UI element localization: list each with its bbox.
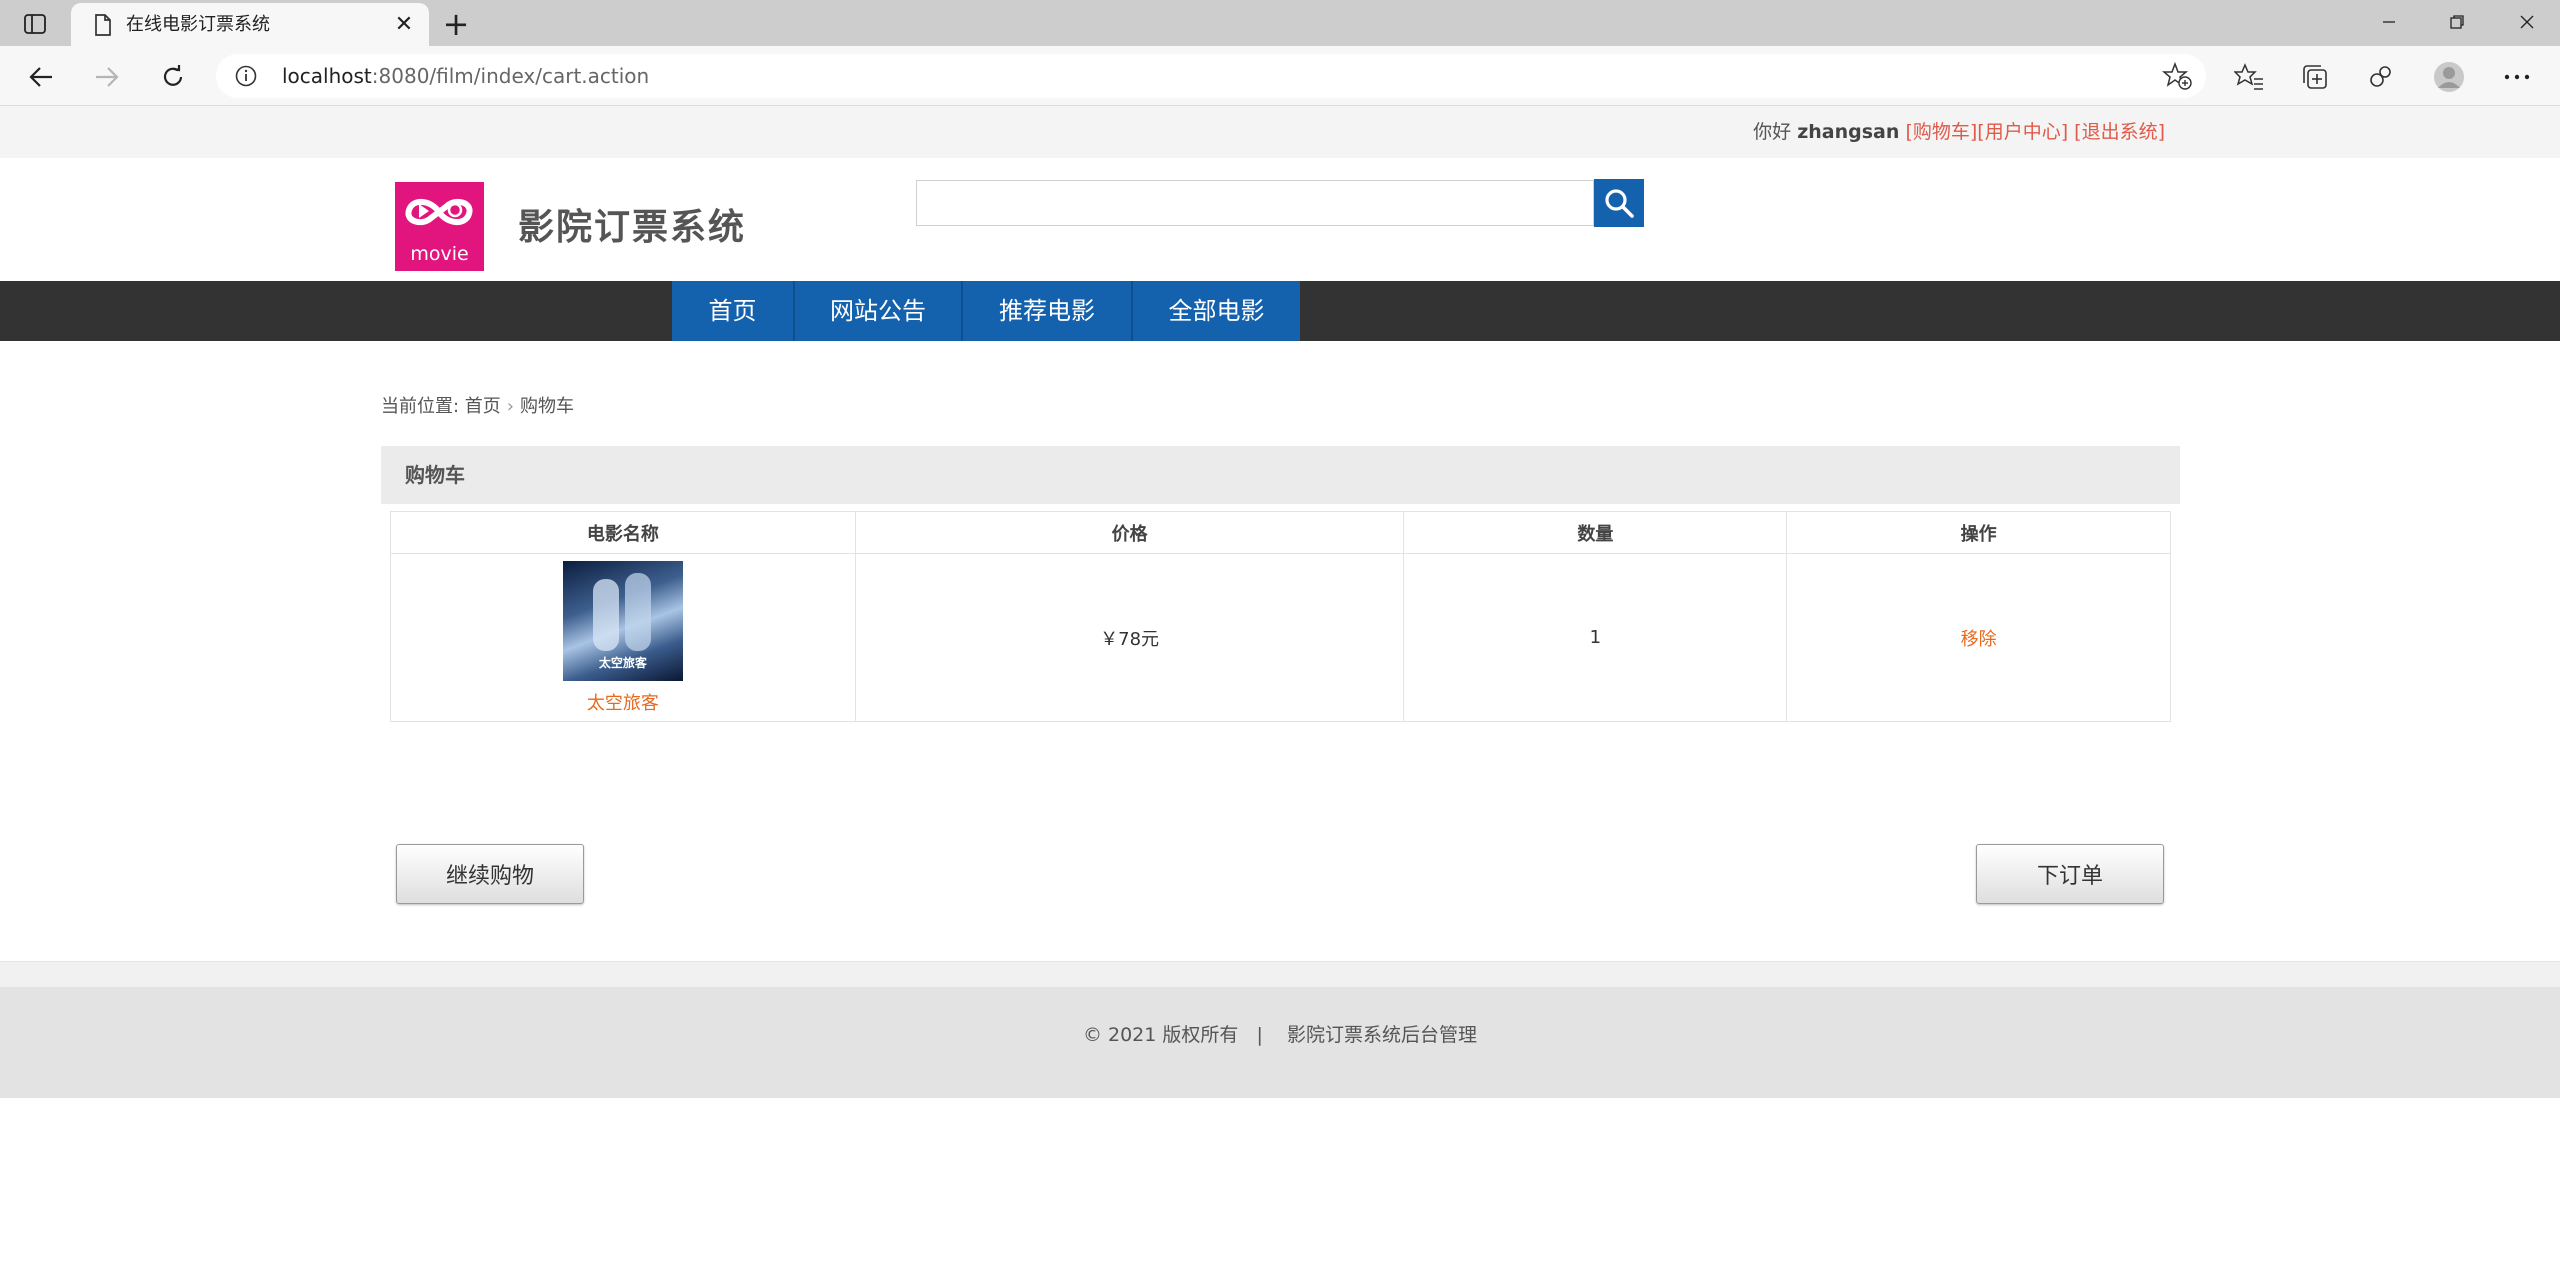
collections-icon[interactable] bbox=[2298, 60, 2332, 94]
chevron-right-icon: › bbox=[506, 396, 514, 417]
cart-link[interactable]: [购物车] bbox=[1905, 121, 1977, 143]
nav-item-recommended[interactable]: 推荐电影 bbox=[963, 281, 1131, 341]
document-icon bbox=[95, 14, 111, 36]
extensions-icon[interactable] bbox=[2364, 60, 2398, 94]
page-content: 你好 zhangsan [购物车][用户中心] [退出系统] movie 影院订… bbox=[0, 106, 2560, 1288]
address-bar[interactable]: localhost:8080/film/index/cart.action bbox=[216, 54, 2206, 98]
back-icon[interactable] bbox=[22, 58, 60, 96]
footer-divider bbox=[0, 961, 2560, 987]
cart-table: 电影名称 价格 数量 操作 太空旅客 太空旅客 ￥78元 1 移除 bbox=[390, 511, 2171, 722]
col-price: 价格 bbox=[854, 511, 1405, 554]
browser-tab-active[interactable]: 在线电影订票系统 ✕ bbox=[71, 3, 429, 46]
place-order-button[interactable]: 下订单 bbox=[1976, 844, 2164, 904]
film-poster[interactable]: 太空旅客 bbox=[562, 560, 683, 681]
username: zhangsan bbox=[1797, 121, 1900, 143]
nav-item-home[interactable]: 首页 bbox=[672, 281, 793, 341]
favorites-icon[interactable] bbox=[2232, 60, 2266, 94]
quantity-cell: 1 bbox=[1403, 553, 1788, 722]
minimize-icon[interactable] bbox=[2356, 0, 2422, 44]
restore-icon[interactable] bbox=[2424, 0, 2490, 44]
forward-icon[interactable] bbox=[88, 58, 126, 96]
search-button[interactable] bbox=[1594, 179, 1644, 227]
nav-item-all-films[interactable]: 全部电影 bbox=[1133, 281, 1300, 341]
action-cell: 移除 bbox=[1786, 553, 2171, 722]
user-greeting: 你好 zhangsan [购物车][用户中心] [退出系统] bbox=[1753, 106, 2165, 158]
nav-item-announcements[interactable]: 网站公告 bbox=[795, 281, 961, 341]
refresh-icon[interactable] bbox=[154, 58, 192, 96]
footer-text: © 2021 版权所有 | 影院订票系统后台管理 bbox=[1082, 1024, 1478, 1046]
table-header-row: 电影名称 价格 数量 操作 bbox=[390, 511, 2171, 554]
col-film-name: 电影名称 bbox=[390, 511, 856, 554]
price-cell: ￥78元 bbox=[854, 553, 1405, 722]
site-title: 影院订票系统 bbox=[518, 207, 747, 248]
breadcrumb-prefix: 当前位置: bbox=[381, 396, 465, 417]
main-nav: 首页 网站公告 推荐电影 全部电影 bbox=[0, 281, 2560, 341]
close-window-icon[interactable] bbox=[2494, 0, 2560, 44]
info-icon[interactable] bbox=[234, 64, 258, 88]
new-tab-icon[interactable]: + bbox=[440, 8, 472, 40]
search-icon bbox=[1605, 189, 1634, 218]
logo-text: movie bbox=[410, 243, 469, 265]
sidebar-toggle-icon[interactable] bbox=[20, 11, 50, 37]
continue-shopping-button[interactable]: 继续购物 bbox=[396, 844, 584, 904]
tab-title: 在线电影订票系统 bbox=[126, 14, 270, 35]
poster-title: 太空旅客 bbox=[598, 655, 647, 670]
greeting-text: 你好 bbox=[1753, 121, 1792, 143]
browser-tabstrip: 在线电影订票系统 ✕ + bbox=[0, 0, 2560, 46]
user-center-link[interactable]: [用户中心] bbox=[1977, 121, 2068, 143]
search-input[interactable] bbox=[916, 180, 1594, 226]
breadcrumb: 当前位置: 首页 › 购物车 bbox=[381, 392, 574, 418]
cart-panel-header: 购物车 bbox=[381, 446, 2180, 504]
add-favorite-icon[interactable] bbox=[2162, 62, 2192, 90]
infinity-logo-icon bbox=[405, 198, 473, 226]
site-footer: © 2021 版权所有 | 影院订票系统后台管理 bbox=[0, 987, 2560, 1098]
remove-button[interactable]: 移除 bbox=[1961, 629, 1997, 650]
col-quantity: 数量 bbox=[1403, 511, 1788, 554]
browser-toolbar: localhost:8080/film/index/cart.action bbox=[0, 46, 2560, 106]
poster-figure bbox=[624, 572, 651, 651]
col-action: 操作 bbox=[1786, 511, 2171, 554]
film-cell: 太空旅客 太空旅客 bbox=[390, 553, 856, 722]
cart-title: 购物车 bbox=[405, 463, 465, 487]
close-tab-icon[interactable]: ✕ bbox=[391, 11, 417, 37]
logout-link[interactable]: [退出系统] bbox=[2074, 121, 2165, 143]
poster-figure bbox=[592, 578, 619, 651]
breadcrumb-home[interactable]: 首页 bbox=[465, 396, 501, 417]
url-text[interactable]: localhost:8080/film/index/cart.action bbox=[282, 54, 649, 98]
table-row: 太空旅客 太空旅客 ￥78元 1 移除 bbox=[390, 553, 2171, 722]
user-topbar: 你好 zhangsan [购物车][用户中心] [退出系统] bbox=[0, 106, 2560, 158]
breadcrumb-current: 购物车 bbox=[520, 396, 574, 417]
site-header: movie 影院订票系统 bbox=[0, 158, 2560, 281]
site-logo[interactable]: movie bbox=[395, 182, 484, 271]
film-name-link[interactable]: 太空旅客 bbox=[587, 689, 659, 715]
profile-avatar-icon[interactable] bbox=[2432, 60, 2466, 94]
more-menu-icon[interactable] bbox=[2500, 60, 2534, 94]
